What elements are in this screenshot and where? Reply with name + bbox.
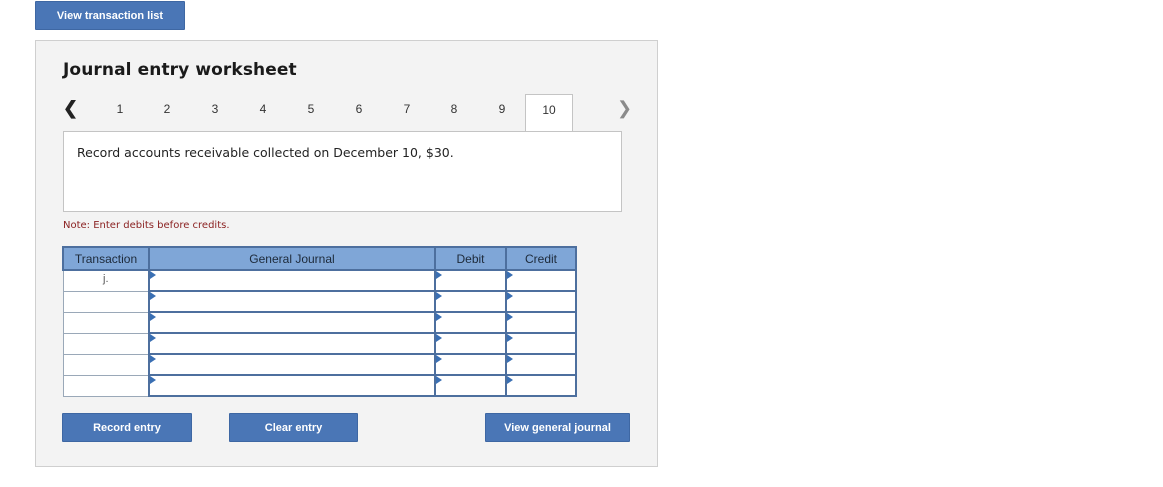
chevron-left-icon[interactable]: ❮: [63, 99, 78, 117]
transaction-cell: [62, 374, 150, 397]
tab-1[interactable]: 1: [110, 102, 130, 116]
journal-entry-worksheet-panel: Journal entry worksheet ❮ 1 2 3 4 5 6 7 …: [35, 40, 658, 467]
transaction-cell: j.: [62, 269, 150, 292]
credit-column-header: Credit: [505, 246, 577, 271]
transaction-column-header: Transaction: [62, 246, 150, 271]
credit-input[interactable]: [505, 332, 577, 355]
tab-7[interactable]: 7: [397, 102, 417, 116]
worksheet-title: Journal entry worksheet: [63, 60, 297, 80]
table-row: [62, 374, 577, 397]
record-entry-button[interactable]: Record entry: [62, 413, 192, 442]
debit-column-header: Debit: [434, 246, 507, 271]
dropdown-marker-icon: [436, 334, 442, 342]
dropdown-marker-icon: [507, 355, 513, 363]
account-input[interactable]: [148, 290, 436, 313]
table-row: [62, 311, 577, 334]
table-row: j.: [62, 269, 577, 292]
debits-credits-note: Note: Enter debits before credits.: [63, 220, 230, 231]
dropdown-marker-icon: [436, 376, 442, 384]
debit-input[interactable]: [434, 311, 507, 334]
dropdown-marker-icon: [150, 376, 156, 384]
credit-input[interactable]: [505, 290, 577, 313]
account-input[interactable]: [148, 374, 436, 397]
transaction-cell: [62, 290, 150, 313]
credit-input[interactable]: [505, 353, 577, 376]
transaction-cell: [62, 353, 150, 376]
tab-9[interactable]: 9: [492, 102, 512, 116]
dropdown-marker-icon: [436, 292, 442, 300]
dropdown-marker-icon: [436, 355, 442, 363]
account-input[interactable]: [148, 311, 436, 334]
transaction-description: Record accounts receivable collected on …: [77, 145, 454, 160]
tab-8[interactable]: 8: [444, 102, 464, 116]
transaction-cell: [62, 332, 150, 355]
clear-entry-button[interactable]: Clear entry: [229, 413, 358, 442]
debit-input[interactable]: [434, 269, 507, 292]
transaction-cell: [62, 311, 150, 334]
tab-4[interactable]: 4: [253, 102, 273, 116]
tab-10[interactable]: 10: [525, 94, 573, 132]
dropdown-marker-icon: [150, 313, 156, 321]
debit-input[interactable]: [434, 332, 507, 355]
debit-input[interactable]: [434, 374, 507, 397]
tab-6[interactable]: 6: [349, 102, 369, 116]
tab-5[interactable]: 5: [301, 102, 321, 116]
account-input[interactable]: [148, 269, 436, 292]
credit-input[interactable]: [505, 311, 577, 334]
chevron-right-icon[interactable]: ❯: [617, 99, 632, 117]
debit-input[interactable]: [434, 353, 507, 376]
dropdown-marker-icon: [507, 313, 513, 321]
table-row: [62, 332, 577, 355]
table-row: [62, 353, 577, 376]
dropdown-marker-icon: [150, 355, 156, 363]
dropdown-marker-icon: [507, 292, 513, 300]
debit-input[interactable]: [434, 290, 507, 313]
dropdown-marker-icon: [150, 292, 156, 300]
transaction-description-box: Record accounts receivable collected on …: [63, 131, 622, 212]
credit-input[interactable]: [505, 374, 577, 397]
dropdown-marker-icon: [150, 271, 156, 279]
dropdown-marker-icon: [507, 334, 513, 342]
credit-input[interactable]: [505, 269, 577, 292]
view-transaction-list-button[interactable]: View transaction list: [35, 1, 185, 30]
dropdown-marker-icon: [507, 271, 513, 279]
general-journal-column-header: General Journal: [148, 246, 436, 271]
table-row: [62, 290, 577, 313]
tab-2[interactable]: 2: [157, 102, 177, 116]
tab-3[interactable]: 3: [205, 102, 225, 116]
dropdown-marker-icon: [507, 376, 513, 384]
dropdown-marker-icon: [150, 334, 156, 342]
account-input[interactable]: [148, 353, 436, 376]
account-input[interactable]: [148, 332, 436, 355]
dropdown-marker-icon: [436, 271, 442, 279]
view-general-journal-button[interactable]: View general journal: [485, 413, 630, 442]
dropdown-marker-icon: [436, 313, 442, 321]
journal-entry-table: Transaction General Journal Debit Credit…: [62, 246, 577, 397]
